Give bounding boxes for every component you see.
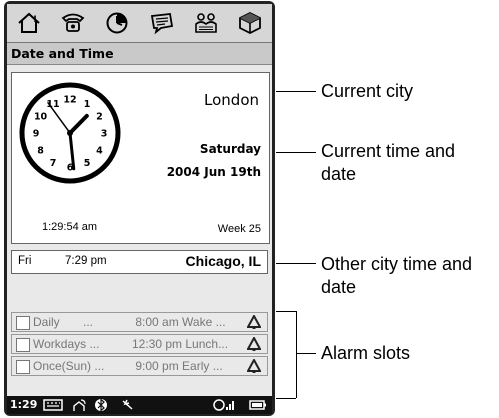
status-time: 1:29 bbox=[10, 398, 38, 411]
alarm-repeat: Daily ... bbox=[33, 315, 94, 329]
clock-number: 12 bbox=[63, 95, 76, 106]
callout-line-alarms bbox=[296, 353, 316, 354]
callout-other-city-line1: Other city time and bbox=[321, 254, 473, 274]
analog-clock: 12 1234567891011 bbox=[19, 82, 121, 184]
alarm-repeat: Once(Sun) ... bbox=[33, 359, 105, 373]
callout-current-time-line1: Current time and bbox=[321, 141, 456, 161]
battery-icon bbox=[249, 400, 266, 410]
phone-screen: ! Date and Time 12 1 2 3 4 5 6 7 8 9 10 … bbox=[7, 4, 272, 414]
current-day: Saturday bbox=[199, 142, 261, 156]
phone-device: ! Date and Time 12 1 2 3 4 5 6 7 8 9 10 … bbox=[4, 1, 275, 416]
alarm-bell-icon bbox=[247, 359, 261, 373]
other-city-time: 7:29 pm bbox=[65, 255, 107, 267]
clock-number: 9 bbox=[33, 129, 40, 140]
callout-line-city bbox=[276, 91, 316, 92]
alarm-slot[interactable]: Daily ... 8:00 am Wake ... bbox=[11, 312, 268, 332]
callout-current-time-line2: date bbox=[321, 164, 357, 184]
signal-icon bbox=[213, 399, 234, 411]
current-city-name: London bbox=[204, 91, 259, 109]
other-city-row[interactable]: Fri 7:29 pm Chicago, IL bbox=[11, 250, 268, 274]
status-bar: 1:29 bbox=[7, 396, 272, 414]
keyboard-icon[interactable] bbox=[43, 398, 63, 412]
callout-alarm-slots: Alarm slots bbox=[321, 343, 411, 363]
clock-number: 2 bbox=[96, 112, 103, 123]
callout-current-city: Current city bbox=[321, 81, 414, 101]
callout-other-city-line2: date bbox=[321, 277, 357, 297]
clock-icon[interactable] bbox=[102, 8, 132, 38]
alarm-checkbox[interactable] bbox=[16, 338, 30, 352]
clock-number: 1 bbox=[84, 99, 91, 110]
clock-number: 3 bbox=[101, 129, 108, 140]
alarm-checkbox[interactable] bbox=[16, 360, 30, 374]
phone-icon[interactable] bbox=[58, 8, 88, 38]
current-time: 1:29:54 am bbox=[42, 221, 98, 233]
svg-text:!: ! bbox=[33, 15, 37, 25]
alarm-slot[interactable]: Once(Sun) ... 9:00 pm Early ... bbox=[11, 356, 268, 376]
alarm-repeat: Workdays ... bbox=[33, 337, 100, 351]
clock-number: 10 bbox=[34, 112, 48, 123]
contacts-icon[interactable] bbox=[191, 8, 221, 38]
alarm-slot[interactable]: Workdays ... 12:30 pm Lunch... bbox=[11, 334, 268, 354]
messages-icon[interactable] bbox=[147, 8, 177, 38]
other-city-day: Fri bbox=[18, 255, 32, 267]
clock-number: 4 bbox=[96, 146, 103, 157]
cube-icon[interactable] bbox=[235, 8, 265, 38]
alarm-bell-icon bbox=[247, 315, 261, 329]
app-toolbar: ! bbox=[7, 4, 272, 43]
ir-icon[interactable] bbox=[120, 398, 136, 412]
callout-bracket-top bbox=[276, 311, 296, 312]
bluetooth-icon[interactable] bbox=[93, 398, 109, 412]
week-number: Week 25 bbox=[217, 223, 261, 235]
alarm-time-label: 8:00 am Wake ... bbox=[132, 315, 226, 329]
other-city-name: Chicago, IL bbox=[185, 253, 261, 269]
clock-number: 7 bbox=[50, 158, 57, 169]
home-alert-icon[interactable]: ! bbox=[14, 8, 44, 38]
current-date: 2004 Jun 19th bbox=[166, 165, 261, 179]
callout-bracket-bottom bbox=[276, 398, 296, 399]
alarm-time-label: 12:30 pm Lunch... bbox=[132, 337, 229, 351]
clock-number: 5 bbox=[84, 158, 91, 169]
network-icon[interactable] bbox=[71, 398, 87, 412]
clock-number: 8 bbox=[37, 146, 44, 157]
alarm-bell-icon bbox=[247, 337, 261, 351]
alarm-checkbox[interactable] bbox=[16, 316, 30, 330]
callout-bracket-vertical bbox=[296, 311, 297, 398]
callout-line-time bbox=[276, 152, 316, 153]
alarm-time-label: 9:00 pm Early ... bbox=[132, 359, 223, 373]
page-title: Date and Time bbox=[7, 43, 272, 65]
current-city-panel[interactable]: 12 1 2 3 4 5 6 7 8 9 10 11 London Saturday 2004 Jun… bbox=[11, 72, 270, 244]
callout-line-other-city bbox=[276, 263, 316, 264]
